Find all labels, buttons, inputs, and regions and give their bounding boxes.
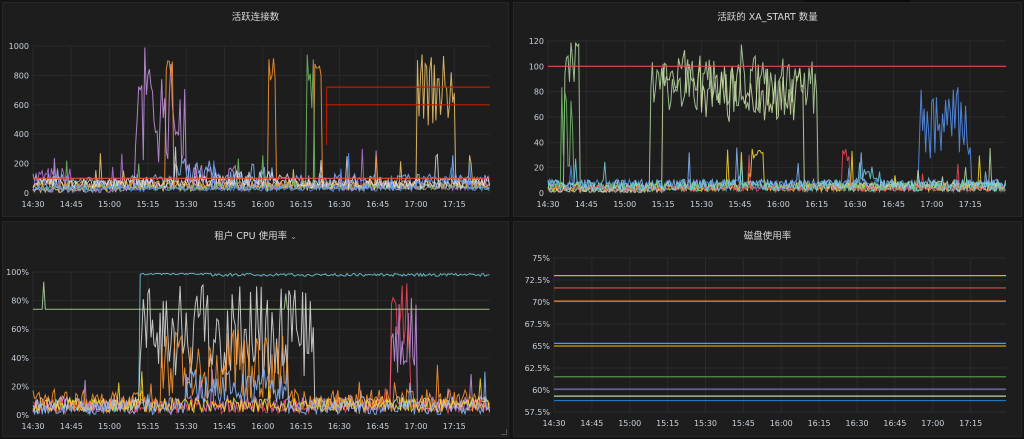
y-tick-label: 67.5% <box>525 320 551 329</box>
y-tick-label: 20 <box>534 164 544 173</box>
x-tick-label: 17:15 <box>443 200 466 209</box>
x-tick-label: 17:00 <box>921 419 944 428</box>
x-tick-label: 17:00 <box>920 200 943 209</box>
x-tick-label: 16:45 <box>366 422 389 431</box>
y-tick-label: 400 <box>14 130 29 139</box>
y-tick-label: 60% <box>532 386 550 395</box>
y-tick-label: 1000 <box>9 42 29 51</box>
y-tick-label: 600 <box>14 101 29 110</box>
dashboard: 活跃连接数 0 200 400 600 800 1000 14:30 14:45 15:00 15… <box>0 0 1024 439</box>
panel-disk-usage: 磁盘使用率 57.5% 60% 62.5% 65% 67.5% 70% 72.5% 75% 14… <box>513 221 1022 437</box>
panel-xa-start: 活跃的 XA_START 数量 0 20 40 60 80 100 120 14:30 14:4… <box>513 2 1022 217</box>
y-tick-label: 800 <box>14 71 29 80</box>
x-tick-label: 16:30 <box>328 200 351 209</box>
x-tick-label: 15:45 <box>213 422 236 431</box>
x-tick-label: 16:30 <box>845 419 868 428</box>
x-tick-label: 15:00 <box>98 200 121 209</box>
x-tick-label: 16:00 <box>767 200 790 209</box>
y-tick-label: 62.5% <box>525 364 551 373</box>
x-tick-label: 16:00 <box>251 422 274 431</box>
chart-disk-usage[interactable]: 57.5% 60% 62.5% 65% 67.5% 70% 72.5% 75% 14:30 14:… <box>514 222 1023 438</box>
y-tick-label: 100% <box>6 268 29 277</box>
x-tick-label: 16:45 <box>882 200 905 209</box>
x-tick-label: 17:15 <box>959 419 982 428</box>
x-tick-label: 14:30 <box>21 200 44 209</box>
series-line <box>547 49 1006 194</box>
x-tick-label: 16:30 <box>328 422 351 431</box>
x-tick-label: 15:00 <box>98 422 121 431</box>
y-tick-label: 40% <box>11 354 29 363</box>
x-tick-label: 15:15 <box>136 422 159 431</box>
x-tick-label: 14:30 <box>21 422 44 431</box>
x-tick-label: 14:30 <box>536 200 559 209</box>
chart-tenant-cpu[interactable]: 0% 20% 40% 60% 80% 100% 14:30 14:45 15:00 15:15 15… <box>3 222 510 438</box>
x-tick-label: 15:00 <box>618 419 641 428</box>
x-tick-label: 15:00 <box>613 200 636 209</box>
y-tick-label: 20% <box>11 382 29 391</box>
x-tick-label: 17:15 <box>443 422 466 431</box>
x-tick-label: 14:45 <box>575 200 598 209</box>
y-tick-label: 0 <box>24 189 29 198</box>
x-tick-label: 15:15 <box>136 200 159 209</box>
x-tick-label: 14:45 <box>60 200 83 209</box>
x-tick-label: 17:15 <box>959 200 982 209</box>
x-tick-label: 15:15 <box>652 200 675 209</box>
resize-handle[interactable] <box>501 429 507 435</box>
x-tick-label: 16:45 <box>366 200 389 209</box>
x-tick-label: 16:15 <box>290 200 313 209</box>
y-tick-label: 40 <box>534 138 544 147</box>
x-tick-label: 16:15 <box>290 422 313 431</box>
y-tick-label: 80 <box>534 88 544 97</box>
panel-active-connections: 活跃连接数 0 200 400 600 800 1000 14:30 14:45 15:00 15… <box>2 2 509 217</box>
x-tick-label: 14:30 <box>542 419 565 428</box>
x-tick-label: 15:15 <box>656 419 679 428</box>
x-tick-label: 17:00 <box>404 422 427 431</box>
y-tick-label: 72.5% <box>525 276 551 285</box>
chart-xa-start[interactable]: 0 20 40 60 80 100 120 14:30 14:45 15:00 15:15 15:30… <box>514 3 1023 218</box>
chart-active-connections[interactable]: 0 200 400 600 800 1000 14:30 14:45 15:00 15:15 15:… <box>3 3 510 218</box>
x-tick-label: 16:15 <box>808 419 831 428</box>
panel-tenant-cpu: 租户 CPU 使用率 ⌄ 0% 20% 40% 60% 80% 100% 14:30 14:45… <box>2 221 509 437</box>
x-tick-label: 15:45 <box>213 200 236 209</box>
y-tick-label: 60 <box>534 113 544 122</box>
x-tick-label: 15:45 <box>728 200 751 209</box>
series-line <box>32 283 490 412</box>
y-tick-label: 0% <box>16 411 29 420</box>
x-tick-label: 16:00 <box>770 419 793 428</box>
x-tick-label: 15:30 <box>175 200 198 209</box>
y-tick-label: 57.5% <box>525 408 551 417</box>
y-tick-label: 100 <box>529 62 544 71</box>
x-tick-label: 16:15 <box>805 200 828 209</box>
x-tick-label: 15:45 <box>732 419 755 428</box>
x-tick-label: 16:30 <box>844 200 867 209</box>
y-tick-label: 70% <box>532 298 550 307</box>
x-tick-label: 15:30 <box>175 422 198 431</box>
x-tick-label: 17:00 <box>404 200 427 209</box>
x-tick-label: 14:45 <box>60 422 83 431</box>
y-tick-label: 65% <box>532 342 550 351</box>
x-tick-label: 15:30 <box>690 200 713 209</box>
y-tick-label: 200 <box>14 160 29 169</box>
x-tick-label: 15:30 <box>694 419 717 428</box>
y-tick-label: 75% <box>532 254 550 263</box>
x-tick-label: 16:00 <box>251 200 274 209</box>
y-tick-label: 0 <box>539 189 544 198</box>
y-tick-label: 120 <box>529 37 544 46</box>
x-tick-label: 14:45 <box>580 419 603 428</box>
x-tick-label: 16:45 <box>883 419 906 428</box>
y-tick-label: 60% <box>11 325 29 334</box>
y-tick-label: 80% <box>11 297 29 306</box>
